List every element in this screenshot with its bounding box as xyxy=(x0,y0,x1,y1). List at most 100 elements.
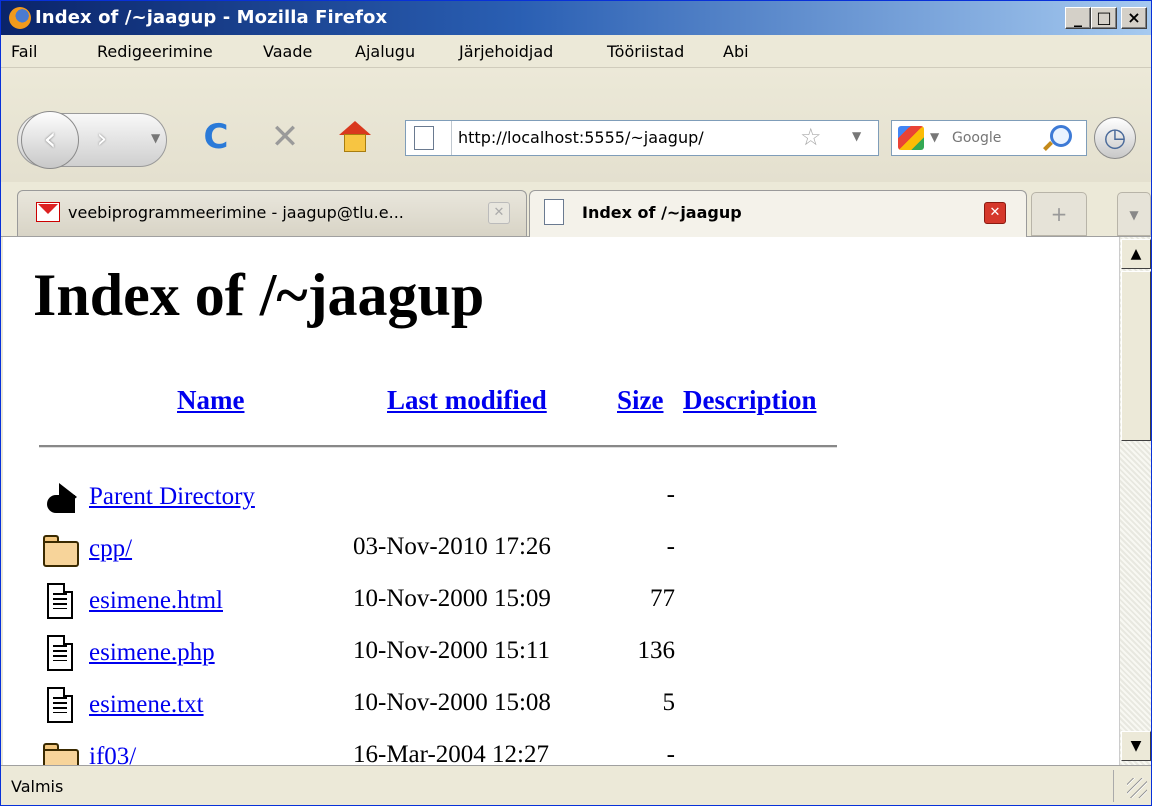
document-icon xyxy=(41,687,79,725)
search-bar[interactable]: ▼ xyxy=(891,120,1087,156)
firefox-icon xyxy=(9,7,31,29)
chevron-down-icon: ▼ xyxy=(1129,208,1139,222)
list-item: Parent Directory - xyxy=(3,475,1119,525)
page-icon xyxy=(544,199,564,225)
minimize-icon: _ xyxy=(1074,8,1082,27)
status-text: Valmis xyxy=(11,777,64,796)
maximize-button[interactable]: □ xyxy=(1091,7,1117,29)
menu-file[interactable]: Fail xyxy=(11,42,37,61)
folder-icon xyxy=(41,739,79,765)
stop-button[interactable]: ✕ xyxy=(265,117,305,157)
list-item: esimene.txt 10-Nov-2000 15:08 5 xyxy=(3,683,1119,733)
list-item: if03/ 16-Mar-2004 12:27 - xyxy=(3,735,1119,765)
page-title: Index of /~jaagup xyxy=(33,262,485,328)
navigation-toolbar: ‹ › ▼ C ✕ http://localhost:5555/~jaagup/… xyxy=(1,67,1151,182)
browser-window: Index of /~jaagup - Mozilla Firefox _ □ … xyxy=(0,0,1152,806)
forward-button[interactable]: › xyxy=(87,125,117,155)
minimize-button[interactable]: _ xyxy=(1065,7,1091,29)
file-modified: 10-Nov-2000 15:08 xyxy=(353,689,551,716)
file-modified: 03-Nov-2010 17:26 xyxy=(353,533,551,560)
scroll-up-button[interactable]: ▲ xyxy=(1121,239,1151,269)
scroll-thumb[interactable] xyxy=(1121,271,1151,441)
list-item: esimene.php 10-Nov-2000 15:11 136 xyxy=(3,631,1119,681)
gmail-icon xyxy=(36,202,60,222)
search-engine-dropdown-icon[interactable]: ▼ xyxy=(930,130,939,144)
file-size: - xyxy=(666,481,675,508)
file-link[interactable]: esimene.php xyxy=(89,639,215,667)
column-description-link[interactable]: Description xyxy=(683,385,816,416)
scroll-down-button[interactable]: ▼ xyxy=(1121,731,1151,761)
google-icon[interactable] xyxy=(898,126,924,150)
menu-bar: Fail Redigeerimine Vaade Ajalugu Järjeho… xyxy=(1,35,1151,67)
search-input[interactable] xyxy=(948,122,1048,154)
history-dropdown-icon[interactable]: ▼ xyxy=(151,131,160,145)
file-modified: 16-Mar-2004 12:27 xyxy=(353,741,549,765)
vertical-scrollbar[interactable]: ▲ ▼ xyxy=(1119,237,1151,765)
tab-gmail[interactable]: veebiprogrammeerimine - jaagup@tlu.e... … xyxy=(17,190,527,236)
tab-bar: veebiprogrammeerimine - jaagup@tlu.e... … xyxy=(1,182,1151,238)
menu-edit[interactable]: Redigeerimine xyxy=(97,42,213,61)
file-link[interactable]: esimene.html xyxy=(89,587,223,615)
menu-bookmarks[interactable]: Järjehoidjad xyxy=(459,42,553,61)
reload-button[interactable]: C xyxy=(196,117,236,157)
title-bar: Index of /~jaagup - Mozilla Firefox _ □ … xyxy=(1,1,1151,35)
file-link[interactable]: esimene.txt xyxy=(89,691,204,719)
stop-icon: ✕ xyxy=(270,117,300,157)
status-bar: Valmis xyxy=(1,765,1151,805)
file-modified: 10-Nov-2000 15:09 xyxy=(353,585,551,612)
column-name-link[interactable]: Name xyxy=(177,385,244,416)
menu-view[interactable]: Vaade xyxy=(263,42,312,61)
page-content: Index of /~jaagup Name Last modified Siz… xyxy=(3,237,1119,765)
close-button[interactable]: × xyxy=(1121,7,1147,29)
home-button[interactable] xyxy=(337,121,373,155)
tab-label: Index of /~jaagup xyxy=(582,203,742,222)
tab-close-icon[interactable]: ✕ xyxy=(488,202,510,224)
url-dropdown-icon[interactable]: ▼ xyxy=(852,129,861,143)
file-size: - xyxy=(666,533,675,560)
plus-icon: + xyxy=(1050,202,1068,226)
back-icon xyxy=(41,479,79,517)
menu-history[interactable]: Ajalugu xyxy=(355,42,415,61)
close-icon: × xyxy=(1127,8,1141,27)
search-icon[interactable] xyxy=(1050,125,1072,147)
clock-icon: ◷ xyxy=(1103,123,1127,153)
new-tab-button[interactable]: + xyxy=(1031,192,1087,236)
reload-icon: C xyxy=(203,117,229,157)
list-item: esimene.html 10-Nov-2000 15:09 77 xyxy=(3,579,1119,629)
tab-label: veebiprogrammeerimine - jaagup@tlu.e... xyxy=(68,203,404,222)
file-link[interactable]: cpp/ xyxy=(89,535,132,563)
home-icon xyxy=(339,121,371,135)
back-button[interactable]: ‹ xyxy=(21,111,79,169)
star-icon[interactable]: ☆ xyxy=(800,123,822,151)
arrow-up-icon: ▲ xyxy=(1130,246,1142,262)
forward-icon: › xyxy=(96,124,108,154)
column-modified-link[interactable]: Last modified xyxy=(387,385,547,416)
file-size: - xyxy=(666,741,675,765)
page-icon xyxy=(414,126,434,150)
tab-index[interactable]: Index of /~jaagup ✕ xyxy=(529,190,1027,238)
menu-tools[interactable]: Tööriistad xyxy=(607,42,684,61)
list-item: cpp/ 03-Nov-2010 17:26 - xyxy=(3,527,1119,577)
folder-icon xyxy=(41,531,79,569)
address-bar[interactable]: http://localhost:5555/~jaagup/ ☆ ▼ xyxy=(405,120,879,156)
file-size: 5 xyxy=(662,689,676,716)
divider xyxy=(39,445,837,448)
back-icon: ‹ xyxy=(43,119,57,159)
file-link[interactable]: Parent Directory xyxy=(89,483,255,511)
arrow-down-icon: ▼ xyxy=(1130,738,1142,754)
file-size: 77 xyxy=(650,585,675,612)
window-title: Index of /~jaagup - Mozilla Firefox xyxy=(35,7,388,28)
resize-grip-icon[interactable] xyxy=(1127,778,1147,798)
maximize-icon: □ xyxy=(1096,8,1112,27)
file-modified: 10-Nov-2000 15:11 xyxy=(353,637,550,664)
document-icon xyxy=(41,635,79,673)
file-link[interactable]: if03/ xyxy=(89,743,136,765)
menu-help[interactable]: Abi xyxy=(723,42,749,61)
url-text[interactable]: http://localhost:5555/~jaagup/ xyxy=(458,128,704,147)
file-size: 136 xyxy=(637,637,676,664)
column-size-link[interactable]: Size xyxy=(617,385,664,416)
tab-close-icon[interactable]: ✕ xyxy=(984,202,1006,224)
tab-list-button[interactable]: ▼ xyxy=(1117,192,1151,236)
history-button[interactable]: ◷ xyxy=(1094,117,1136,159)
document-icon xyxy=(41,583,79,621)
